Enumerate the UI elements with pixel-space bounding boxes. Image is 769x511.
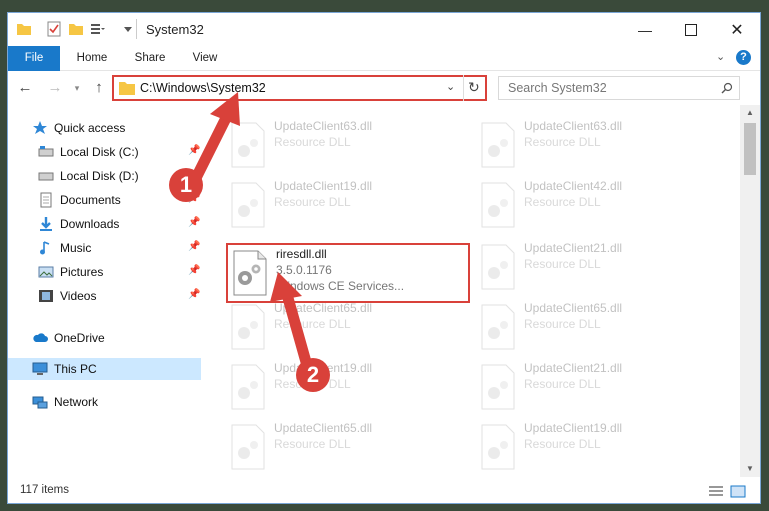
arrow-to-file [282, 292, 312, 368]
arrow-head-file [270, 272, 302, 302]
callout-step-1: 1 [169, 168, 203, 202]
callout-step-2: 2 [296, 358, 330, 392]
annotation-arrows [190, 92, 312, 368]
arrow-to-address-bar [190, 112, 232, 184]
